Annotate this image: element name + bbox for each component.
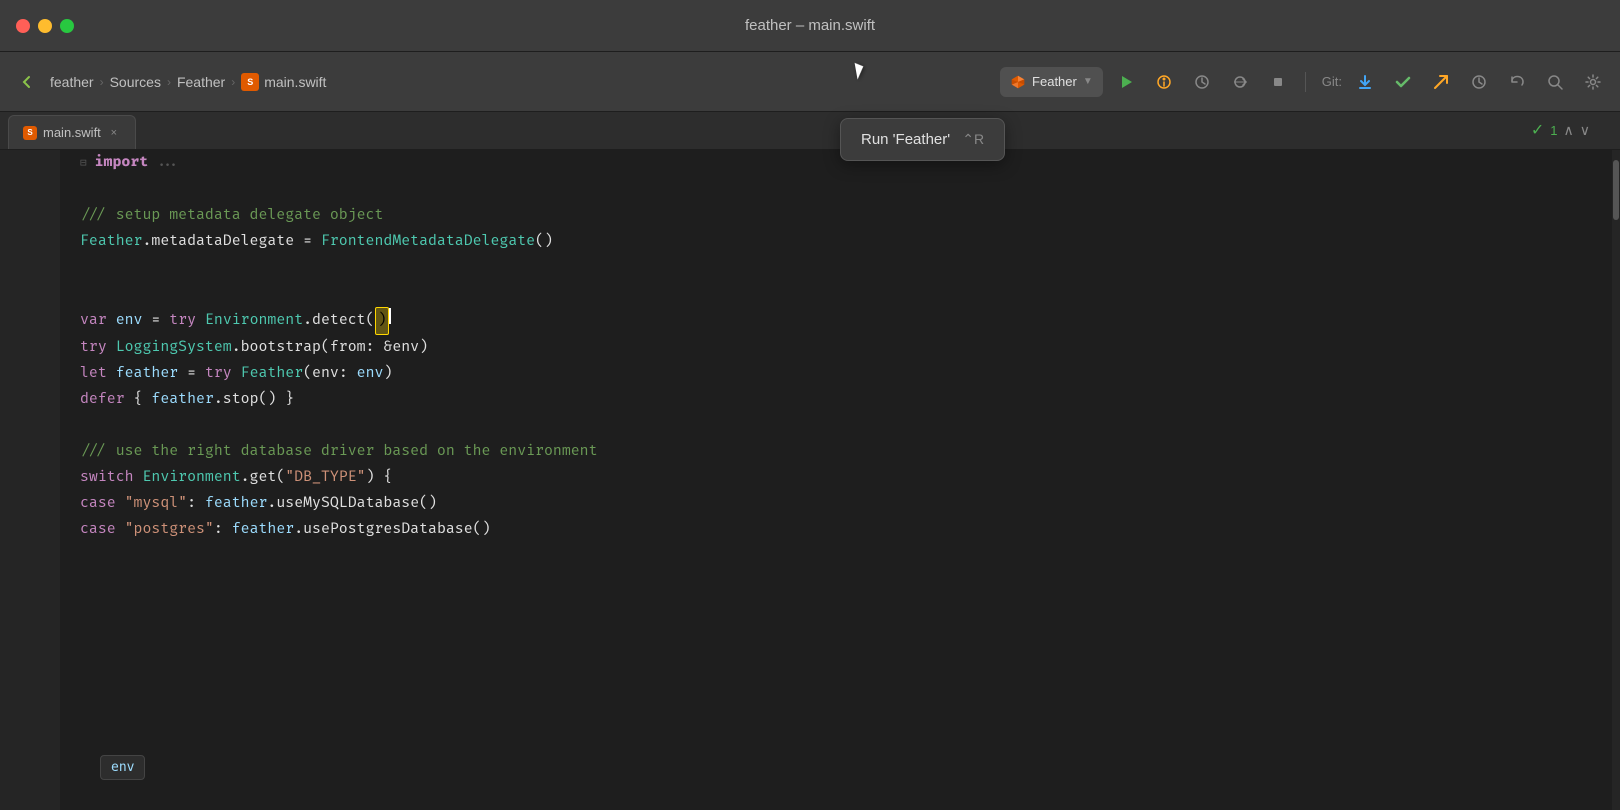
code-line-metadata: Feather.metadataDelegate = FrontendMetad… bbox=[80, 229, 1600, 255]
minimize-button[interactable] bbox=[38, 19, 52, 33]
breadcrumb-sep2: › bbox=[167, 75, 171, 89]
code-line-case-postgres: case "postgres" : feather .usePostgresDa… bbox=[80, 517, 1600, 543]
titlebar: feather – main.swift bbox=[0, 0, 1620, 52]
debug-button[interactable] bbox=[1149, 67, 1179, 97]
back-button[interactable] bbox=[12, 67, 42, 97]
issue-count: 1 bbox=[1550, 123, 1557, 138]
code-editor[interactable]: ⊟ import ... /// setup metadata delegate… bbox=[0, 150, 1620, 810]
scrollbar-thumb[interactable] bbox=[1613, 160, 1619, 220]
text-cursor bbox=[389, 308, 391, 324]
git-label: Git: bbox=[1322, 74, 1342, 89]
debug-icon bbox=[1155, 73, 1173, 91]
breadcrumb-sources[interactable]: Sources bbox=[110, 74, 161, 90]
code-content[interactable]: ⊟ import ... /// setup metadata delegate… bbox=[60, 150, 1620, 810]
profile-button[interactable] bbox=[1187, 67, 1217, 97]
window-controls bbox=[16, 19, 74, 33]
code-line-comment1: /// setup metadata delegate object bbox=[80, 203, 1600, 229]
issue-badge: ✓ 1 ∧ ∨ bbox=[1531, 120, 1590, 140]
scheme-name: Feather bbox=[1032, 74, 1077, 89]
git-push-button[interactable] bbox=[1426, 67, 1456, 97]
breadcrumb-sep1: › bbox=[100, 75, 104, 89]
run-tooltip: Run 'Feather' ⌃R bbox=[840, 118, 1005, 161]
code-line-empty1 bbox=[80, 177, 1600, 203]
code-line-let-feather: let feather = try Feather (env: env ) bbox=[80, 361, 1600, 387]
toolbar: feather › Sources › Feather › S main.swi… bbox=[0, 52, 1620, 112]
autocomplete-popup: env bbox=[100, 755, 145, 780]
breadcrumb: feather › Sources › Feather › S main.swi… bbox=[50, 73, 326, 91]
tab-swift-icon: S bbox=[23, 126, 37, 140]
stop-icon bbox=[1269, 73, 1287, 91]
git-push-icon bbox=[1432, 73, 1450, 91]
breadcrumb-project[interactable]: feather bbox=[50, 74, 94, 90]
git-commit-button[interactable] bbox=[1388, 67, 1418, 97]
code-line-comment2: /// use the right database driver based … bbox=[80, 439, 1600, 465]
git-commit-icon bbox=[1394, 73, 1412, 91]
code-line-case-mysql: case "mysql" : feather .useMySQLDatabase… bbox=[80, 491, 1600, 517]
code-line-empty3 bbox=[80, 281, 1600, 307]
search-button[interactable] bbox=[1540, 67, 1570, 97]
stop-button[interactable] bbox=[1263, 67, 1293, 97]
run-icon bbox=[1117, 73, 1135, 91]
swift-file-icon: S bbox=[241, 73, 259, 91]
history-button[interactable] bbox=[1464, 67, 1494, 97]
line-number-gutter bbox=[0, 150, 60, 810]
undo-icon bbox=[1508, 73, 1526, 91]
scheme-icon bbox=[1010, 74, 1026, 90]
search-icon bbox=[1546, 73, 1564, 91]
code-line-switch: switch Environment .get( "DB_TYPE" ) { bbox=[80, 465, 1600, 491]
code-line-empty2 bbox=[80, 255, 1600, 281]
mouse-cursor bbox=[856, 62, 880, 92]
tab-bar-container: S main.swift × ✓ 1 ∧ ∨ bbox=[0, 112, 1620, 150]
breadcrumb-feather[interactable]: Feather bbox=[177, 74, 225, 90]
cursor-position: ) bbox=[375, 307, 390, 335]
issue-nav-up[interactable]: ∧ bbox=[1564, 122, 1574, 139]
tab-label: main.swift bbox=[43, 125, 101, 140]
settings-icon bbox=[1584, 73, 1602, 91]
scheme-dropdown-icon: ▼ bbox=[1083, 76, 1093, 87]
tooltip-shortcut: ⌃R bbox=[962, 131, 984, 147]
scheme-selector[interactable]: Feather ▼ bbox=[1000, 67, 1103, 97]
settings-button[interactable] bbox=[1578, 67, 1608, 97]
window-title: feather – main.swift bbox=[745, 17, 875, 34]
run-button[interactable] bbox=[1111, 67, 1141, 97]
breakpoint-button[interactable] bbox=[1225, 67, 1255, 97]
vertical-scrollbar[interactable] bbox=[1612, 150, 1620, 810]
autocomplete-text: env bbox=[111, 760, 134, 775]
code-line-defer: defer { feather .stop() } bbox=[80, 387, 1600, 413]
breadcrumb-sep3: › bbox=[231, 75, 235, 89]
breadcrumb-file: S main.swift bbox=[241, 73, 326, 91]
history-icon bbox=[1470, 73, 1488, 91]
cursor-arrow-shape bbox=[855, 61, 866, 79]
code-line-var-env: var env = try Environment .detect( ) bbox=[80, 307, 1600, 335]
breadcrumb-filename: main.swift bbox=[264, 74, 326, 90]
git-pull-button[interactable] bbox=[1350, 67, 1380, 97]
tab-main-swift[interactable]: S main.swift × bbox=[8, 115, 136, 149]
breakpoint-icon bbox=[1231, 73, 1249, 91]
code-line-empty4 bbox=[80, 413, 1600, 439]
tooltip-text: Run 'Feather' bbox=[861, 131, 950, 148]
code-line-logging: try LoggingSystem .bootstrap(from: &env) bbox=[80, 335, 1600, 361]
profile-icon bbox=[1193, 73, 1211, 91]
git-pull-icon bbox=[1356, 73, 1374, 91]
tab-close-button[interactable]: × bbox=[107, 126, 121, 140]
issue-nav-down[interactable]: ∨ bbox=[1580, 122, 1590, 139]
check-icon: ✓ bbox=[1531, 120, 1544, 140]
close-button[interactable] bbox=[16, 19, 30, 33]
maximize-button[interactable] bbox=[60, 19, 74, 33]
tab-bar: S main.swift × bbox=[0, 112, 1620, 150]
toolbar-divider bbox=[1305, 72, 1306, 92]
undo-button[interactable] bbox=[1502, 67, 1532, 97]
